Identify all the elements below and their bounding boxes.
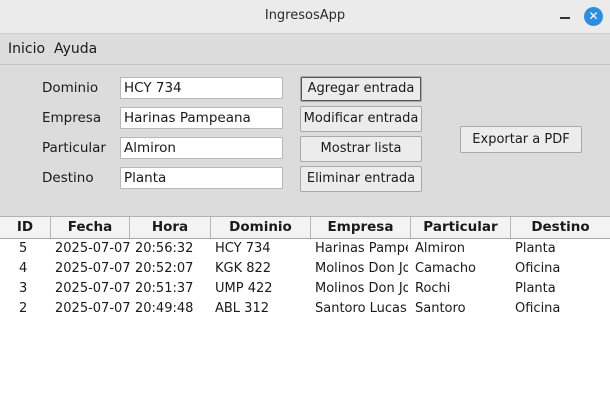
minimize-icon[interactable] [557,8,573,24]
cell-fecha: 2025-07-07 [55,261,131,276]
entry-form: Dominio HCY 734 Empresa Harinas Pampeana… [0,65,610,216]
destino-field[interactable]: Planta [120,167,283,189]
cell-id: 5 [19,241,28,256]
cell-id: 3 [19,281,28,296]
cell-destino: Oficina [515,301,561,316]
cell-destino: Oficina [515,261,561,276]
empresa-field[interactable]: Harinas Pampeana [120,107,283,129]
cell-particular: Santoro [415,301,466,316]
column-header-particular[interactable]: Particular [411,217,511,238]
modify-entry-button[interactable]: Modificar entrada [300,106,422,132]
cell-hora: 20:49:48 [135,301,194,316]
column-header-fecha[interactable]: Fecha [51,217,130,238]
close-icon[interactable]: ✕ [584,7,603,26]
particular-field[interactable]: Almiron [120,137,283,159]
add-entry-button[interactable]: Agregar entrada [300,76,422,102]
cell-id: 2 [19,301,28,316]
cell-fecha: 2025-07-07 [55,281,131,296]
cell-fecha: 2025-07-07 [55,301,131,316]
empresa-label: Empresa [42,110,102,126]
cell-particular: Almiron [415,241,466,256]
show-list-button[interactable]: Mostrar lista [300,136,422,162]
delete-entry-button[interactable]: Eliminar entrada [300,166,422,192]
cell-hora: 20:52:07 [135,261,194,276]
destino-label: Destino [42,170,94,186]
dominio-field[interactable]: HCY 734 [120,77,283,99]
column-header-hora[interactable]: Hora [130,217,211,238]
cell-dominio: HCY 734 [215,241,271,256]
column-header-destino[interactable]: Destino [511,217,610,238]
cell-destino: Planta [515,281,556,296]
column-header-dominio[interactable]: Dominio [211,217,311,238]
cell-id: 4 [19,261,28,276]
cell-dominio: UMP 422 [215,281,273,296]
menu-bar: Inicio Ayuda [0,34,610,65]
cell-empresa: Molinos Don Jo [315,281,408,296]
menu-inicio[interactable]: Inicio [8,41,45,57]
cell-hora: 20:56:32 [135,241,194,256]
menu-ayuda[interactable]: Ayuda [54,41,97,57]
cell-hora: 20:51:37 [135,281,194,296]
table-row[interactable]: 5 2025-07-07 20:56:32 HCY 734 Harinas Pa… [0,239,610,259]
cell-particular: Rochi [415,281,451,296]
cell-empresa: Harinas Pampe [315,241,408,256]
column-header-id[interactable]: ID [0,217,51,238]
cell-empresa: Molinos Don Jo [315,261,408,276]
cell-dominio: KGK 822 [215,261,272,276]
table-header: ID Fecha Hora Dominio Empresa Particular… [0,217,610,239]
column-header-empresa[interactable]: Empresa [311,217,411,238]
title-bar: IngresosApp ✕ [0,0,610,34]
cell-dominio: ABL 312 [215,301,269,316]
cell-empresa: Santoro Lucas S [315,301,408,316]
cell-destino: Planta [515,241,556,256]
export-pdf-button[interactable]: Exportar a PDF [460,126,582,153]
cell-particular: Camacho [415,261,477,276]
table-row[interactable]: 4 2025-07-07 20:52:07 KGK 822 Molinos Do… [0,259,610,279]
dominio-label: Dominio [42,80,99,96]
table-row[interactable]: 2 2025-07-07 20:49:48 ABL 312 Santoro Lu… [0,299,610,319]
particular-label: Particular [42,140,106,156]
cell-fecha: 2025-07-07 [55,241,131,256]
entries-table[interactable]: ID Fecha Hora Dominio Empresa Particular… [0,216,610,417]
table-row[interactable]: 3 2025-07-07 20:51:37 UMP 422 Molinos Do… [0,279,610,299]
window-title: IngresosApp [264,8,346,23]
